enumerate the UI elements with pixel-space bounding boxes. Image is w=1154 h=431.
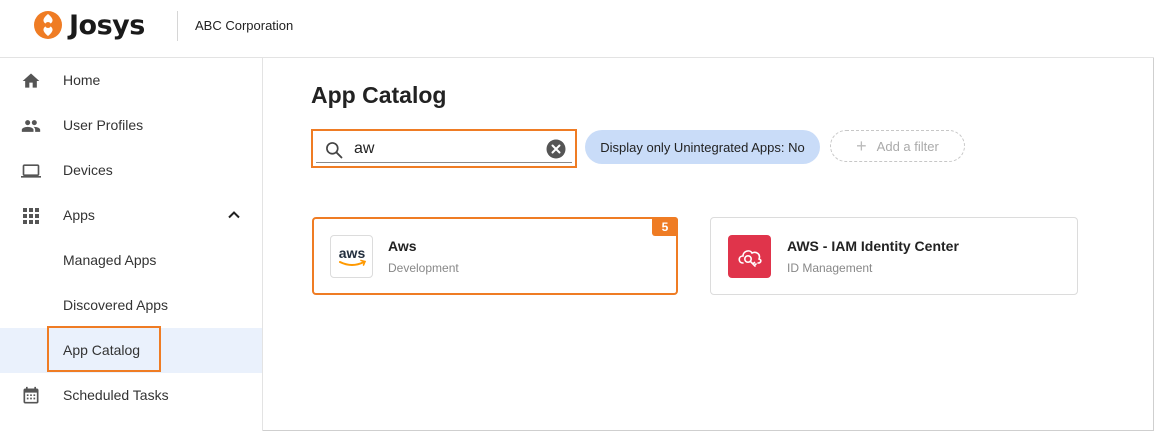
sidebar-item-label: Discovered Apps: [63, 297, 169, 313]
organization-name: ABC Corporation: [195, 18, 294, 33]
app-name: AWS - IAM Identity Center: [787, 238, 959, 254]
plus-icon: +: [856, 136, 867, 156]
people-icon: [20, 115, 42, 137]
sidebar-item-scheduled-tasks[interactable]: Scheduled Tasks: [0, 373, 262, 418]
sidebar-item-label: Home: [63, 72, 101, 88]
search-icon: [326, 142, 343, 159]
sidebar-item-devices[interactable]: Devices: [0, 148, 262, 193]
top-header: Josys ABC Corporation: [0, 0, 1154, 58]
home-icon: [20, 70, 42, 92]
josys-logo-icon: [34, 11, 62, 39]
clear-search-icon[interactable]: [546, 139, 566, 159]
sidebar-item-label: Devices: [63, 162, 113, 178]
sidebar: Home User Profiles Devices Apps Managed …: [0, 58, 263, 431]
count-badge: 5: [652, 217, 678, 236]
page-title: App Catalog: [311, 82, 447, 108]
app-name: Aws: [388, 238, 417, 254]
search-box[interactable]: [311, 129, 577, 168]
app-card-aws[interactable]: aws Aws Development 5: [312, 217, 678, 295]
sidebar-item-label: Managed Apps: [63, 252, 157, 268]
aws-logo-icon: aws: [338, 245, 366, 266]
highlight-box: [47, 326, 161, 372]
cloud-key-icon: [737, 249, 762, 267]
aws-logo: aws: [330, 235, 373, 278]
header-divider: [177, 11, 178, 41]
sidebar-item-label: Apps: [63, 207, 95, 223]
sidebar-item-label: Scheduled Tasks: [63, 387, 169, 403]
laptop-icon: [20, 160, 42, 182]
chevron-up-icon[interactable]: [226, 207, 242, 223]
sidebar-item-home[interactable]: Home: [0, 58, 262, 103]
sidebar-item-label: User Profiles: [63, 117, 144, 133]
add-filter-label: Add a filter: [876, 138, 939, 154]
calendar-icon: [20, 385, 42, 407]
sidebar-item-managed-apps[interactable]: Managed Apps: [0, 238, 262, 283]
add-filter-button[interactable]: + Add a filter: [830, 130, 965, 162]
josys-logo[interactable]: Josys: [33, 8, 145, 42]
grid-icon: [20, 205, 42, 227]
sidebar-item-discovered-apps[interactable]: Discovered Apps: [0, 283, 262, 328]
iam-identity-center-logo: [728, 235, 771, 278]
logo-text: Josys: [69, 9, 145, 41]
aws-logo-text: aws: [338, 245, 365, 261]
app-card-aws-iam-identity-center[interactable]: AWS - IAM Identity Center ID Management: [710, 217, 1078, 295]
sidebar-item-user-profiles[interactable]: User Profiles: [0, 103, 262, 148]
search-input[interactable]: [354, 138, 534, 160]
sidebar-item-apps[interactable]: Apps: [0, 193, 262, 238]
unintegrated-filter-chip[interactable]: Display only Unintegrated Apps: No: [585, 130, 820, 164]
app-category: ID Management: [787, 261, 873, 275]
search-field[interactable]: [316, 134, 572, 163]
app-category: Development: [388, 261, 459, 275]
